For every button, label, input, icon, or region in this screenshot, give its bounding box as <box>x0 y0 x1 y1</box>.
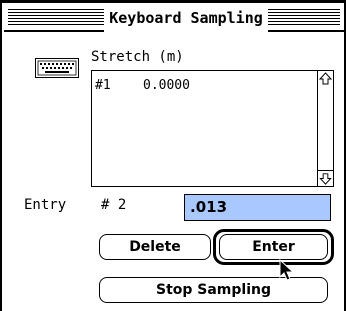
entry-value-field[interactable]: .013 <box>184 194 331 221</box>
delete-button[interactable]: Delete <box>99 234 211 260</box>
list-item-value: 0.0000 <box>143 78 190 93</box>
scroll-up-arrow-icon[interactable] <box>318 71 333 87</box>
entry-number: # 2 <box>101 197 127 213</box>
window-top-edge <box>2 0 346 3</box>
keyboard-sampling-window: Keyboard Sampling Stretch (m) #1 0.0000 <box>0 0 346 311</box>
title-bar-stripes-left <box>8 9 104 26</box>
window-title: Keyboard Sampling <box>104 5 268 32</box>
list-scrollbar[interactable] <box>317 71 333 186</box>
scroll-down-arrow-icon[interactable] <box>318 170 333 186</box>
list-item[interactable]: #1 0.0000 <box>95 78 190 93</box>
keyboard-icon <box>35 58 79 78</box>
list-column-header: Stretch (m) <box>91 49 184 65</box>
list-item-index: #1 <box>95 78 111 93</box>
arrow-cursor-icon <box>279 259 295 281</box>
title-bar[interactable]: Keyboard Sampling <box>4 5 344 32</box>
title-bar-stripes-right <box>268 9 340 26</box>
stretch-list[interactable]: #1 0.0000 <box>91 70 334 187</box>
entry-label: Entry <box>24 197 67 213</box>
enter-button[interactable]: Enter <box>219 234 328 260</box>
